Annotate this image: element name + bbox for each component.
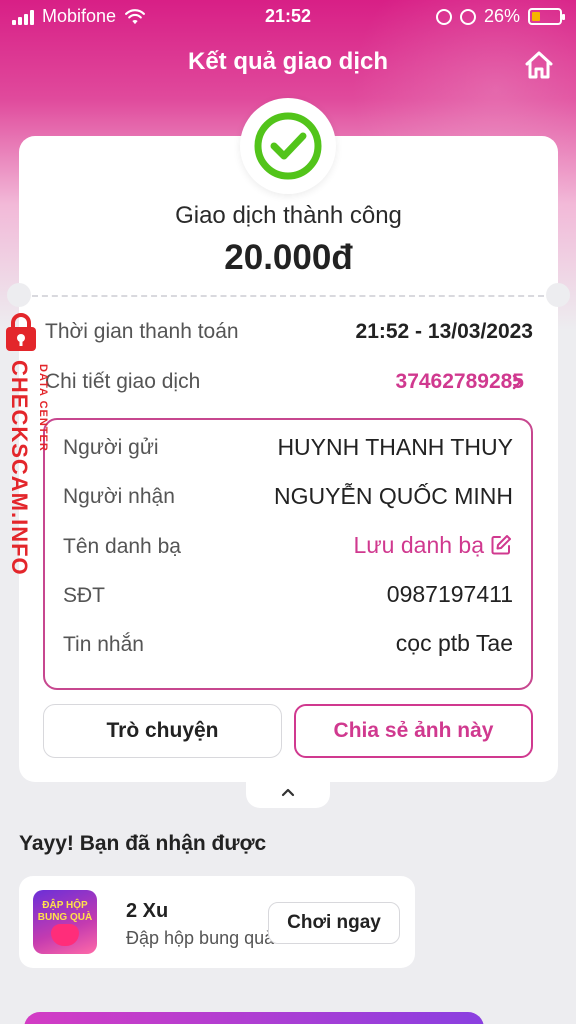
status-right: 26% bbox=[435, 6, 565, 27]
check-circle-icon bbox=[254, 112, 322, 180]
status-text: Giao dịch thành công bbox=[175, 202, 402, 229]
phone-label: SĐT bbox=[63, 584, 105, 607]
sender-label: Người gửi bbox=[63, 436, 159, 459]
dashed-divider bbox=[32, 295, 544, 297]
message-label: Tin nhắn bbox=[63, 633, 144, 656]
message-value: cọc ptb Tae bbox=[395, 630, 513, 656]
save-contact-link[interactable]: Lưu danh bạ bbox=[353, 532, 484, 559]
reward-card[interactable]: ĐẬP HỘP BUNG QUÀ 2 Xu Đập hộp bung quà C… bbox=[19, 876, 415, 968]
chevron-up-icon bbox=[281, 788, 295, 797]
alarm-icon bbox=[459, 8, 476, 25]
sender-value: HUYNH THANH THUY bbox=[277, 434, 513, 460]
chat-button[interactable]: Trò chuyện bbox=[43, 704, 282, 758]
edit-icon[interactable] bbox=[489, 533, 513, 557]
chevron-right-icon[interactable] bbox=[510, 373, 524, 391]
receiver-label: Người nhận bbox=[63, 485, 175, 508]
contact-name-label: Tên danh bạ bbox=[63, 535, 181, 558]
watermark-lock-icon bbox=[6, 313, 36, 351]
game-thumbnail-text: ĐẬP HỘP BUNG QUÀ bbox=[37, 900, 93, 923]
battery-percent: 26% bbox=[483, 6, 520, 26]
gift-heart-icon bbox=[51, 924, 79, 946]
watermark-text: CHECKSCAM.INFO bbox=[7, 360, 32, 576]
success-badge bbox=[240, 98, 336, 194]
screen-lock-icon bbox=[435, 8, 452, 25]
status-bar: Mobifone 21:52 26% bbox=[0, 0, 576, 34]
payment-time-value: 21:52 - 13/03/2023 bbox=[355, 320, 533, 343]
card-notch-right bbox=[546, 283, 570, 307]
battery-icon bbox=[528, 8, 565, 25]
page-title: Kết quả giao dịch bbox=[187, 48, 388, 75]
receiver-value: NGUYỄN QUỐC MINH bbox=[274, 483, 513, 509]
reward-description: Đập hộp bung quà bbox=[126, 928, 275, 948]
watermark-subtext: DATA CENTER bbox=[37, 364, 49, 452]
card-notch-left bbox=[7, 283, 31, 307]
amount: 20.000đ bbox=[224, 238, 353, 277]
game-thumbnail: ĐẬP HỘP BUNG QUÀ bbox=[33, 890, 97, 954]
promo-banner[interactable] bbox=[24, 1012, 484, 1024]
play-now-button[interactable]: Chơi ngay bbox=[268, 902, 400, 944]
transaction-detail-label: Chi tiết giao dịch bbox=[45, 370, 201, 393]
transaction-id-link[interactable]: 37462789285 bbox=[396, 370, 524, 394]
share-image-button[interactable]: Chia sẻ ảnh này bbox=[294, 704, 533, 758]
home-icon[interactable] bbox=[522, 48, 556, 82]
reward-amount: 2 Xu bbox=[126, 900, 169, 922]
collapse-toggle[interactable] bbox=[246, 776, 330, 808]
phone-value: 0987197411 bbox=[386, 581, 513, 607]
reward-section-title: Yayy! Bạn đã nhận được bbox=[19, 832, 267, 855]
payment-time-label: Thời gian thanh toán bbox=[45, 320, 239, 343]
